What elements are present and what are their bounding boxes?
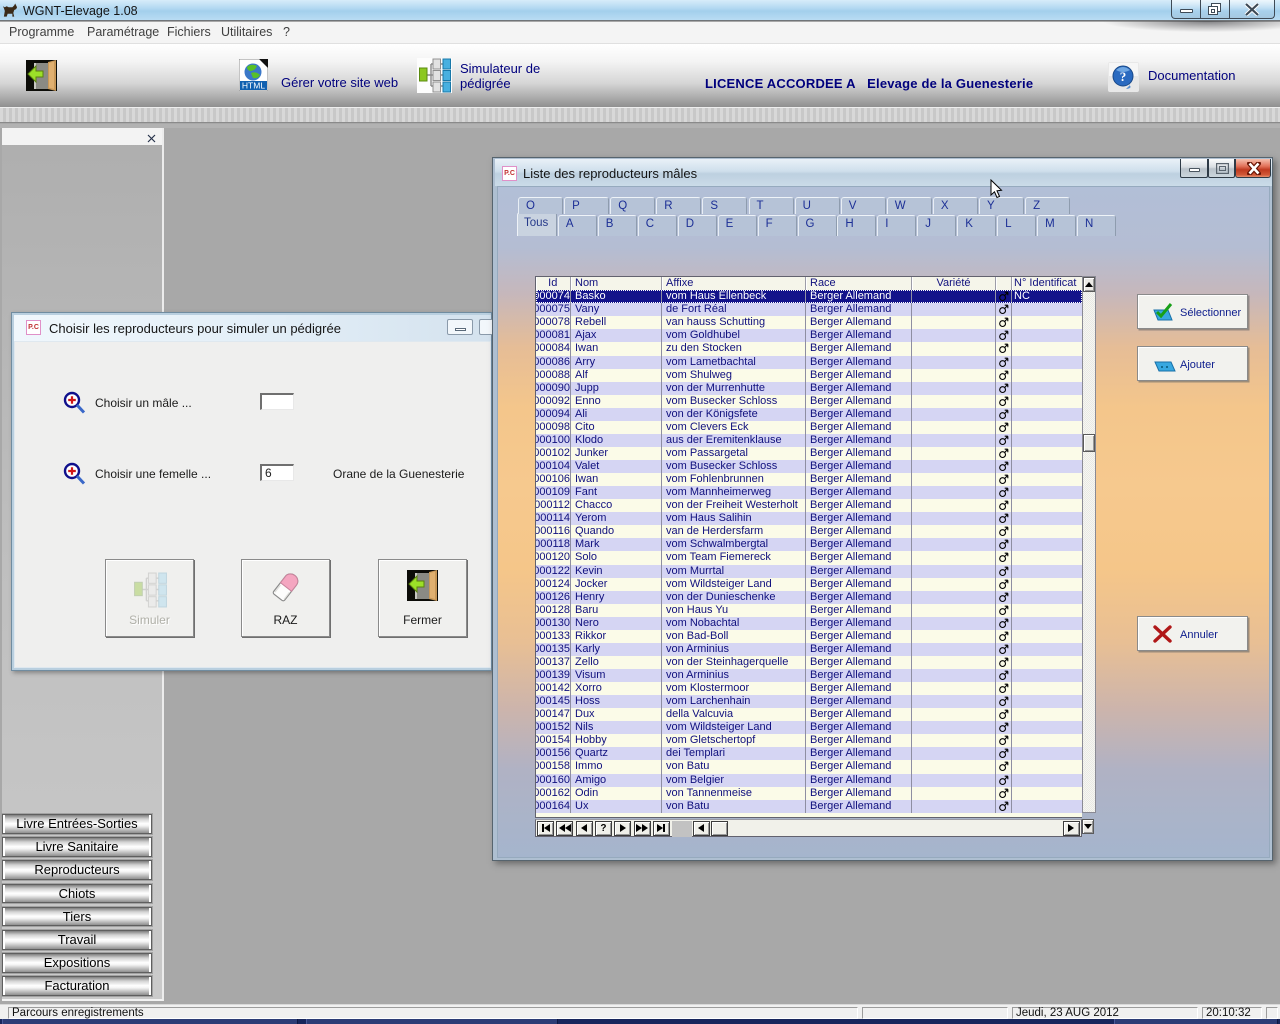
svg-text:HTML: HTML (242, 81, 265, 91)
svg-text:?: ? (1120, 69, 1127, 84)
